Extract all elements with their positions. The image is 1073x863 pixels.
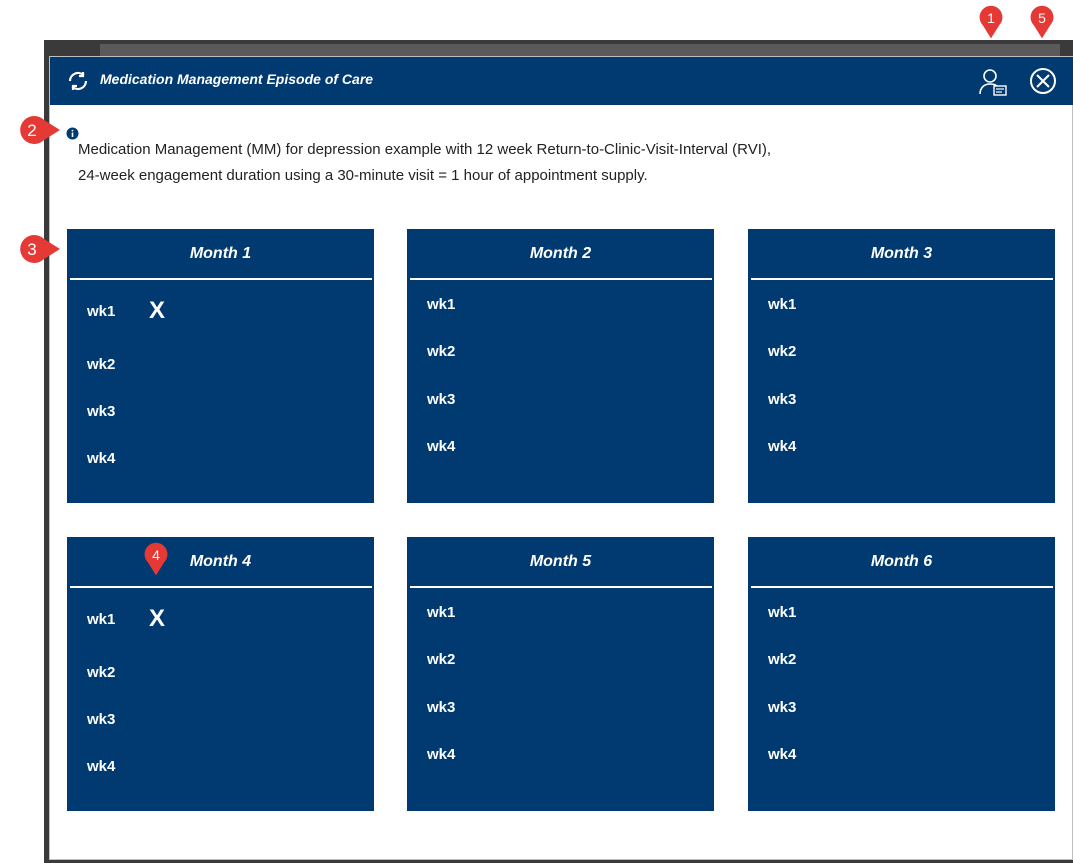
week-label: wk4 <box>768 746 797 763</box>
month-card-1: Month 1 wk1 X wk2 wk3 wk4 <box>67 229 374 503</box>
week-label: wk1 <box>87 303 116 320</box>
callout-badge-3: 3 <box>20 235 61 263</box>
month-title: Month 4 <box>189 553 252 570</box>
callout-number: 1 <box>987 10 995 26</box>
callout-badge-1: 1 <box>979 5 1003 39</box>
episode-of-care-modal: Medication Management Episode of Care Me… <box>49 56 1073 860</box>
week-label: wk3 <box>87 403 116 420</box>
callout-badge-5: 5 <box>1030 5 1054 39</box>
callout-number: 5 <box>1038 10 1046 26</box>
month-title: Month 6 <box>870 553 933 570</box>
week-label: wk4 <box>427 746 456 763</box>
week-label: wk4 <box>427 438 456 455</box>
visit-mark: X <box>149 605 166 632</box>
week-label: wk2 <box>427 651 456 668</box>
month-title: Month 1 <box>189 245 252 262</box>
week-label: wk4 <box>87 758 116 775</box>
divider <box>410 278 712 280</box>
month-title: Month 5 <box>529 553 592 570</box>
week-label: wk3 <box>768 699 797 716</box>
month-card-5: Month 5 wk1 wk2 wk3 wk4 <box>407 537 714 811</box>
month-card-6: Month 6 wk1 wk2 wk3 wk4 <box>748 537 1055 811</box>
week-label: wk1 <box>427 296 456 313</box>
week-label: wk3 <box>427 391 456 408</box>
week-label: wk4 <box>87 450 116 467</box>
month-card-3: Month 3 wk1 wk2 wk3 wk4 <box>748 229 1055 503</box>
week-label: wk2 <box>87 356 116 373</box>
month-card-4: Month 4 wk1 X wk2 wk3 wk4 <box>67 537 374 811</box>
description: Medication Management (MM) for depressio… <box>78 137 978 189</box>
callout-number: 3 <box>27 240 36 259</box>
callout-badge-4: 4 <box>144 542 168 576</box>
week-label: wk2 <box>768 343 797 360</box>
divider <box>70 278 372 280</box>
description-line-2: 24-week engagement duration using a 30-m… <box>78 167 648 184</box>
week-label: wk3 <box>427 699 456 716</box>
month-title: Month 2 <box>529 245 592 262</box>
callout-number: 4 <box>152 547 160 563</box>
modal-title: Medication Management Episode of Care <box>100 71 374 87</box>
week-label: wk2 <box>87 664 116 681</box>
divider <box>70 586 372 588</box>
week-label: wk4 <box>768 438 797 455</box>
week-label: wk2 <box>427 343 456 360</box>
week-label: wk1 <box>87 611 116 628</box>
week-label: wk3 <box>768 391 797 408</box>
background-header <box>100 44 1060 56</box>
week-label: wk1 <box>768 296 797 313</box>
description-line-1: Medication Management (MM) for depressio… <box>78 141 772 158</box>
week-label: wk3 <box>87 711 116 728</box>
month-card-2: Month 2 wk1 wk2 wk3 wk4 <box>407 229 714 503</box>
callout-badge-2: 2 <box>20 116 61 144</box>
divider <box>751 586 1053 588</box>
divider <box>751 278 1053 280</box>
callout-number: 2 <box>27 121 36 140</box>
week-label: wk2 <box>768 651 797 668</box>
modal-header: Medication Management Episode of Care <box>50 57 1073 105</box>
week-label: wk1 <box>427 604 456 621</box>
month-title: Month 3 <box>870 245 933 262</box>
user-card-icon[interactable] <box>978 67 1008 97</box>
refresh-icon[interactable] <box>66 69 90 93</box>
divider <box>410 586 712 588</box>
visit-mark: X <box>149 297 166 324</box>
close-circle-icon[interactable] <box>1028 66 1058 96</box>
week-label: wk1 <box>768 604 797 621</box>
